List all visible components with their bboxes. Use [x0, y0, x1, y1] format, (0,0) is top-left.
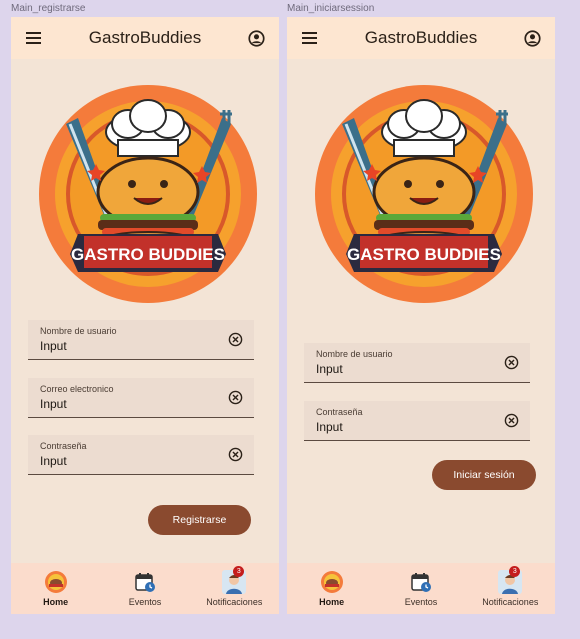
nav-home-label: Home	[43, 597, 69, 607]
password-field[interactable]: Contraseña Input	[304, 401, 530, 441]
nav-eventos-label: Eventos	[404, 597, 438, 607]
bottom-navigation: Home Eventos 3 Notificaciones	[287, 563, 555, 614]
calendar-clock-icon	[409, 570, 433, 594]
email-label: Correo electronico	[40, 384, 114, 394]
menu-icon[interactable]	[300, 29, 318, 47]
nav-notificaciones-label: Notificaciones	[206, 597, 263, 607]
password-field[interactable]: Contraseña Input	[28, 435, 254, 475]
app-title: GastroBuddies	[364, 28, 478, 47]
calendar-clock-icon	[133, 570, 157, 594]
gastro-buddies-logo: GASTRO BUDDIES	[302, 84, 547, 304]
home-logo-icon	[44, 570, 68, 594]
password-label: Contraseña	[316, 407, 363, 417]
nav-notificaciones[interactable]: 3 Notificaciones	[190, 563, 279, 614]
login-button[interactable]: Iniciar sesión	[432, 460, 536, 490]
clear-icon[interactable]	[228, 447, 243, 462]
bottom-navigation: Home Eventos 3 Notificaciones	[11, 563, 279, 614]
nav-home[interactable]: Home	[11, 563, 100, 614]
email-value: Input	[40, 397, 67, 411]
frame-label-registrarse: Main_registrarse	[11, 3, 86, 14]
menu-icon[interactable]	[24, 29, 42, 47]
svg-text:GASTRO BUDDIES: GASTRO BUDDIES	[71, 245, 225, 264]
screen-registrarse: GastroBuddies GASTRO BUDDIES Nombre de u…	[11, 17, 279, 614]
username-value: Input	[40, 339, 67, 353]
username-label: Nombre de usuario	[40, 326, 117, 336]
email-field[interactable]: Correo electronico Input	[28, 378, 254, 418]
clear-icon[interactable]	[504, 355, 519, 370]
password-value: Input	[316, 420, 343, 434]
nav-home-label: Home	[319, 597, 345, 607]
clear-icon[interactable]	[504, 413, 519, 428]
svg-text:GASTRO BUDDIES: GASTRO BUDDIES	[347, 245, 501, 264]
password-value: Input	[40, 454, 67, 468]
nav-notificaciones[interactable]: 3 Notificaciones	[466, 563, 555, 614]
clear-icon[interactable]	[228, 332, 243, 347]
password-label: Contraseña	[40, 441, 87, 451]
notification-avatar-icon: 3	[222, 566, 247, 594]
nav-notificaciones-label: Notificaciones	[482, 597, 539, 607]
app-title: GastroBuddies	[88, 28, 202, 47]
username-field[interactable]: Nombre de usuario Input	[28, 320, 254, 360]
account-icon[interactable]	[524, 29, 542, 47]
screen-iniciar-sesion: GastroBuddies GASTRO BUDDIES Nombre de u…	[287, 17, 555, 614]
nav-eventos[interactable]: Eventos	[376, 563, 465, 614]
nav-home[interactable]: Home	[287, 563, 376, 614]
nav-eventos-label: Eventos	[128, 597, 162, 607]
app-bar: GastroBuddies	[11, 17, 279, 59]
username-field[interactable]: Nombre de usuario Input	[304, 343, 530, 383]
notification-avatar-icon: 3	[498, 566, 523, 594]
register-button[interactable]: Registrarse	[148, 505, 251, 535]
app-bar: GastroBuddies	[287, 17, 555, 59]
gastro-buddies-logo: GASTRO BUDDIES	[26, 84, 271, 304]
username-value: Input	[316, 362, 343, 376]
home-logo-icon	[320, 570, 344, 594]
nav-eventos[interactable]: Eventos	[100, 563, 189, 614]
account-icon[interactable]	[248, 29, 266, 47]
frame-label-iniciarsesion: Main_iniciarsession	[287, 3, 375, 14]
clear-icon[interactable]	[228, 390, 243, 405]
username-label: Nombre de usuario	[316, 349, 393, 359]
